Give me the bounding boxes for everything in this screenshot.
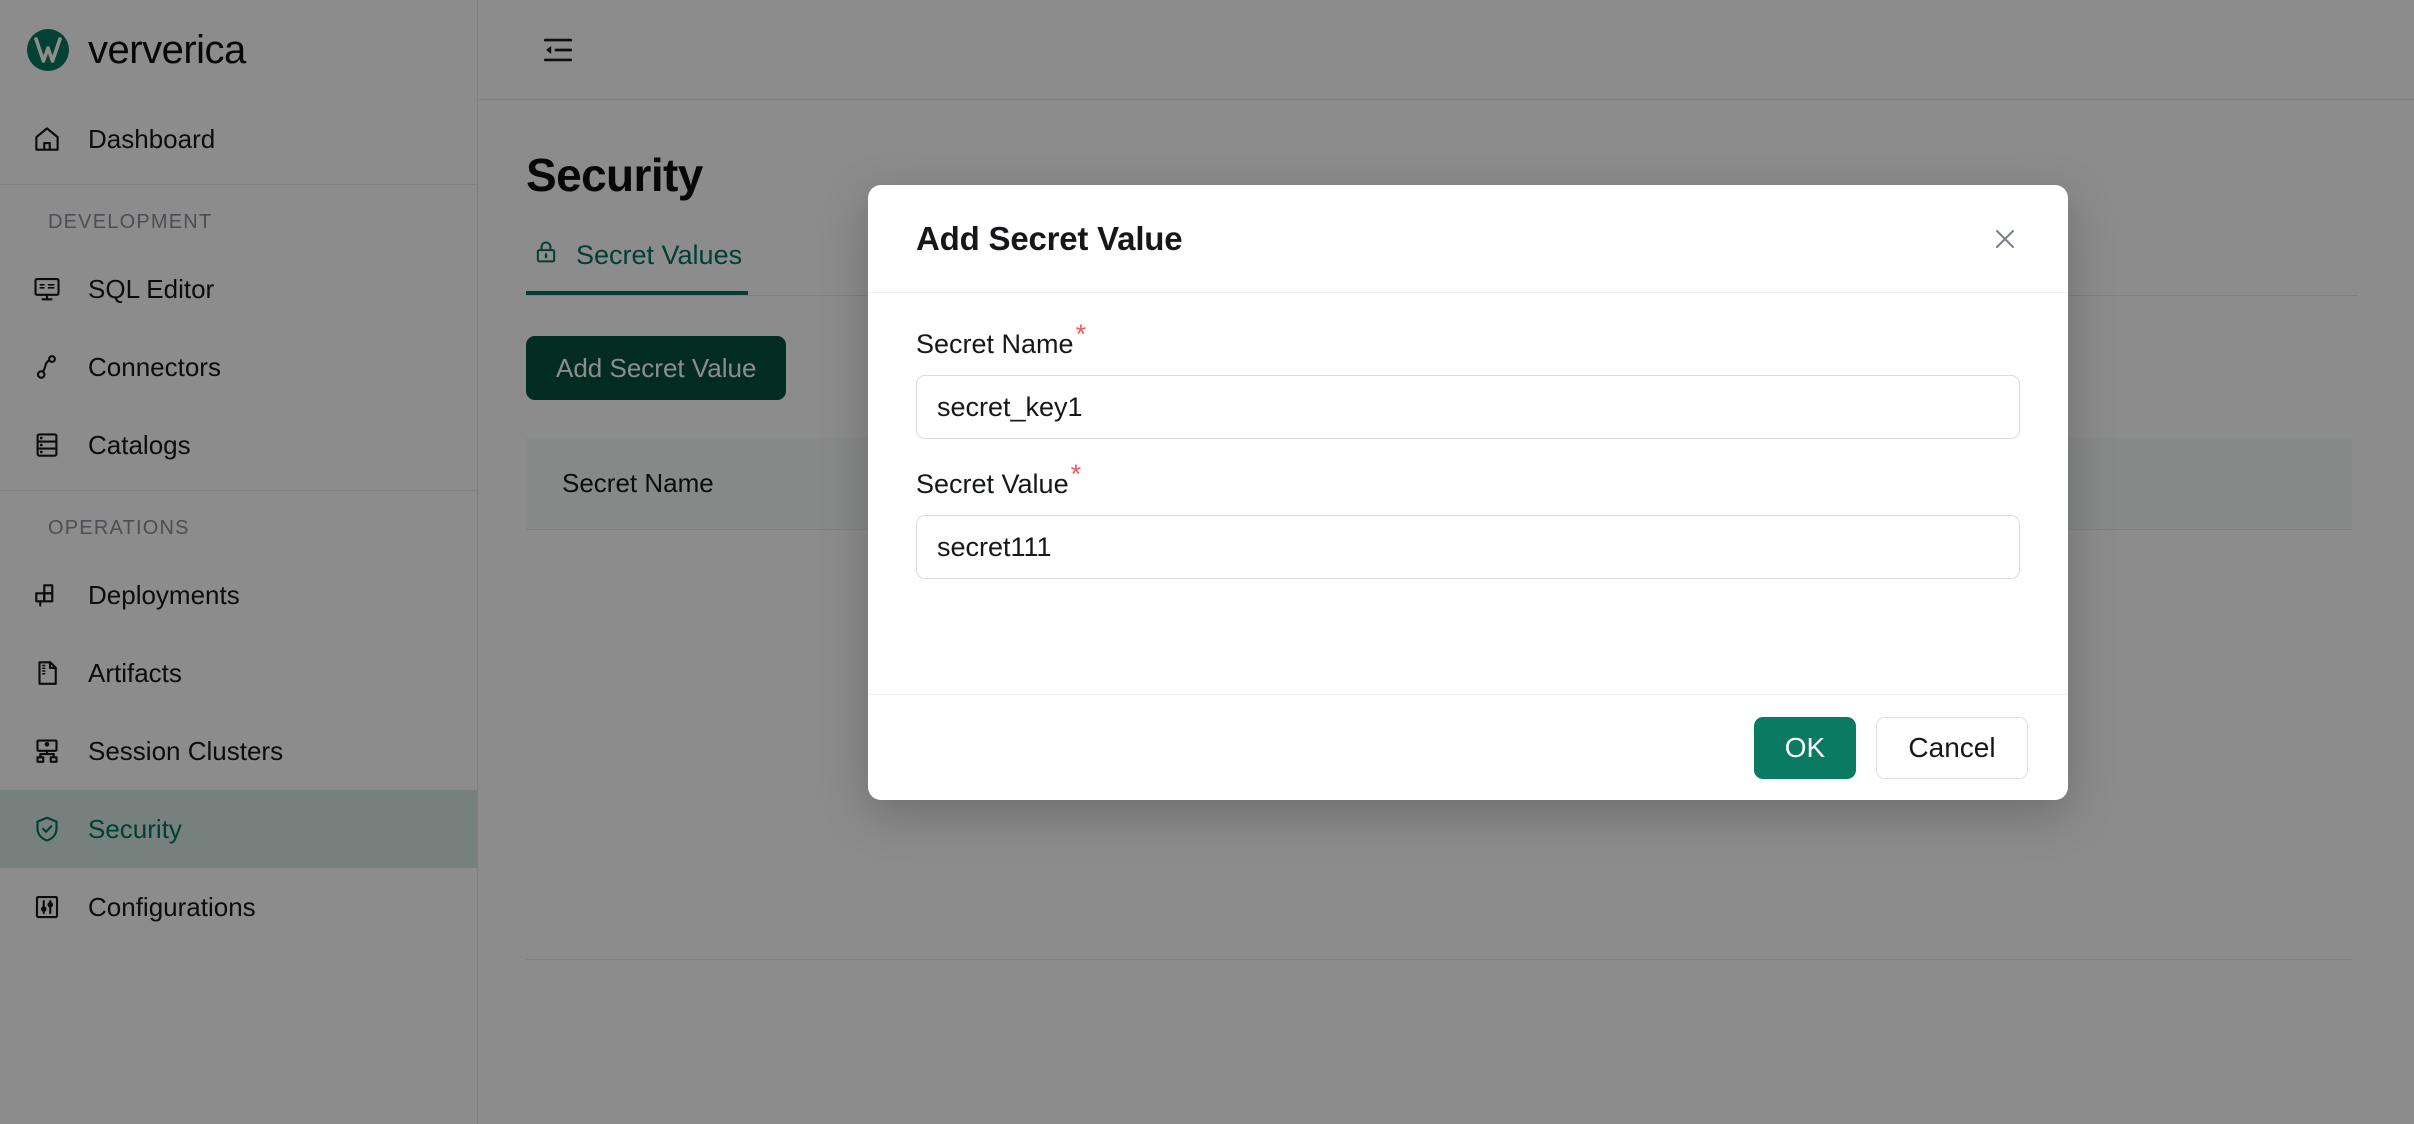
cancel-button[interactable]: Cancel — [1876, 716, 2028, 779]
required-asterisk: * — [1070, 459, 1082, 489]
secret-name-label: Secret Name* — [916, 321, 1086, 360]
secret-value-label-text: Secret Value — [916, 469, 1069, 499]
secret-value-label: Secret Value* — [916, 461, 1081, 500]
app-root: ververica Dashboard DEVELOPMENT SQL Edit… — [0, 0, 2414, 1124]
add-secret-value-dialog: Add Secret Value Secret Name* Secret Val… — [868, 185, 2068, 800]
secret-name-label-text: Secret Name — [916, 329, 1074, 359]
dialog-title: Add Secret Value — [916, 219, 1183, 257]
dialog-body: Secret Name* Secret Value* — [868, 293, 2068, 694]
ok-button[interactable]: OK — [1754, 716, 1856, 779]
secret-value-input[interactable] — [916, 515, 2020, 579]
close-icon[interactable] — [1982, 216, 2028, 262]
secret-name-input[interactable] — [916, 375, 2020, 439]
field-secret-value: Secret Value* — [916, 461, 2020, 579]
dialog-footer: OK Cancel — [868, 694, 2068, 800]
dialog-header: Add Secret Value — [868, 185, 2068, 293]
required-asterisk: * — [1075, 319, 1087, 349]
field-secret-name: Secret Name* — [916, 321, 2020, 439]
